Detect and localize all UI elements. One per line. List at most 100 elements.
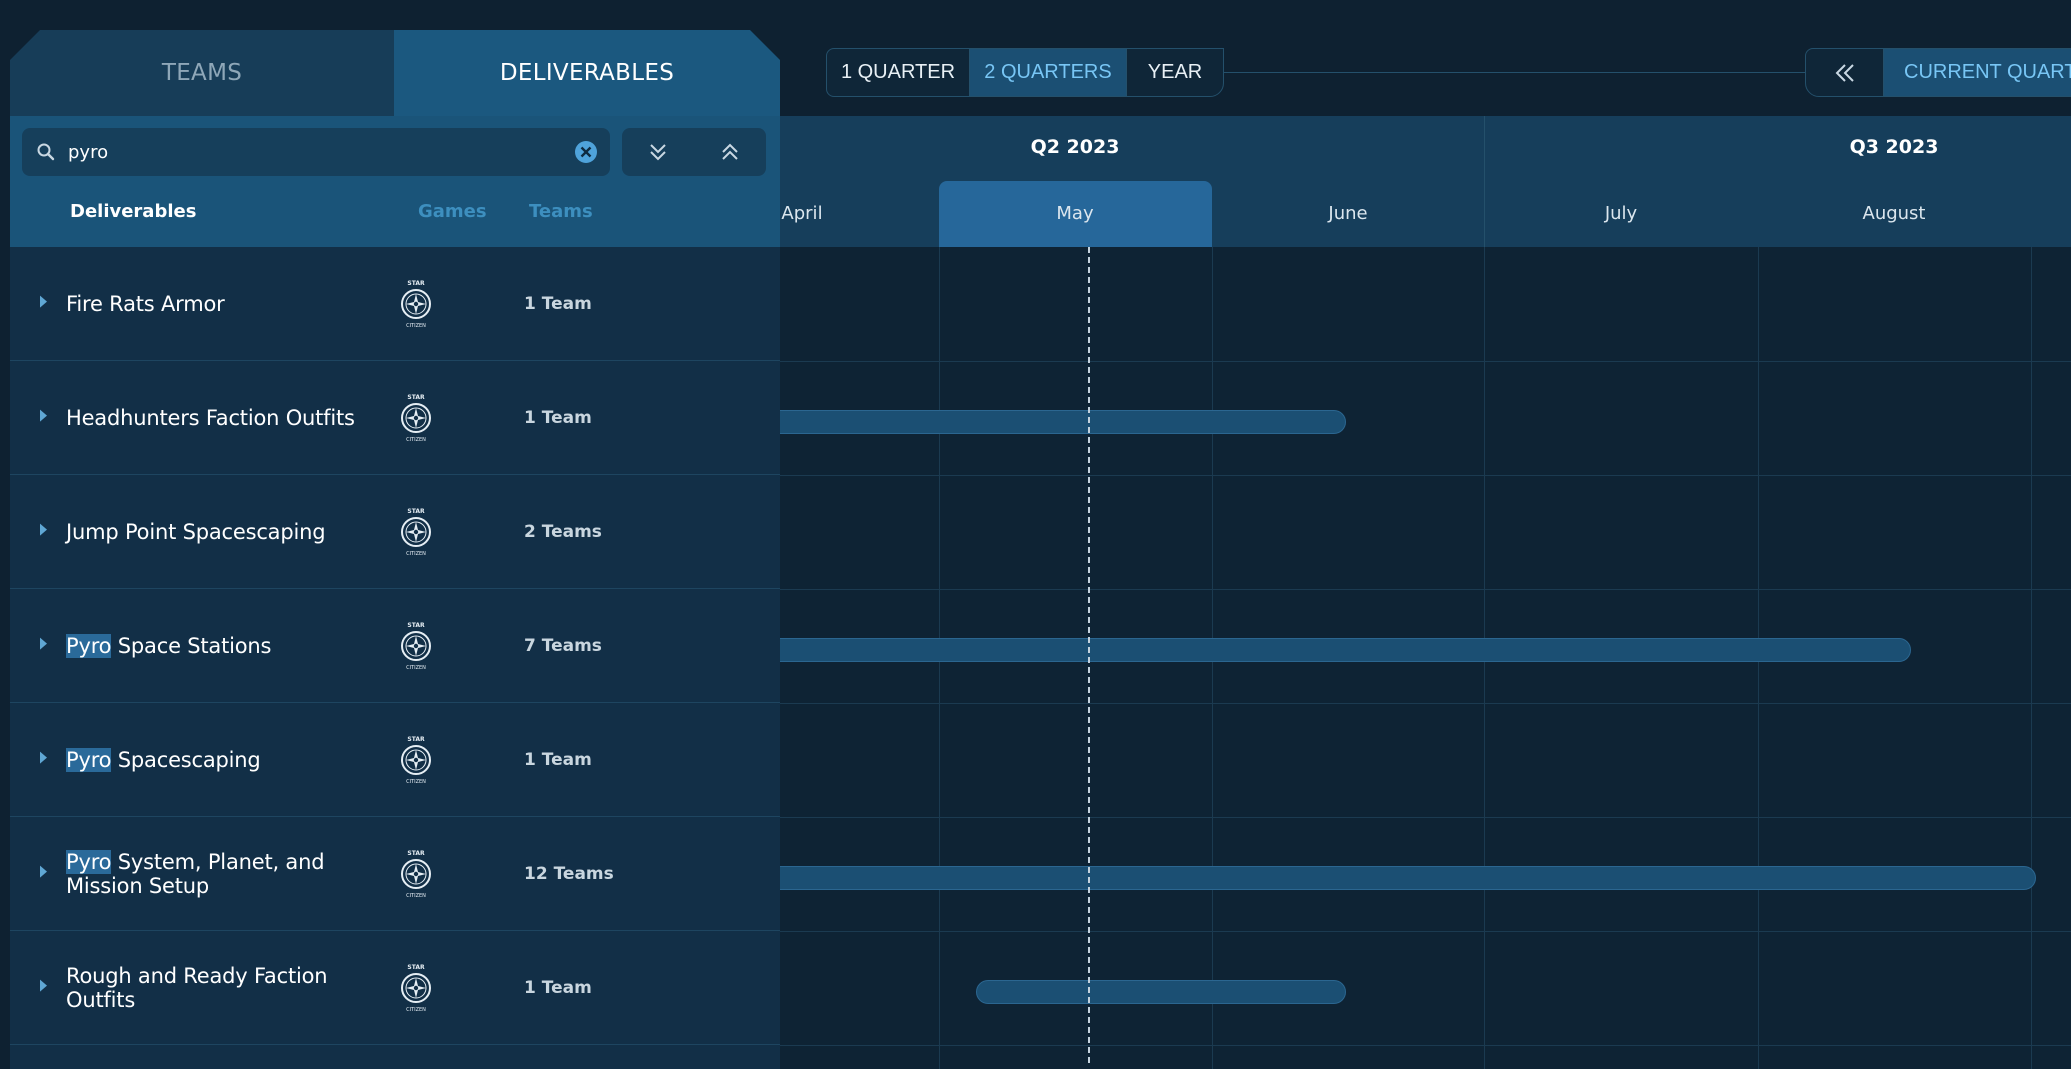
star-citizen-logo: STAR CITIZEN <box>401 736 431 785</box>
one-quarter-button[interactable]: 1 QUARTER <box>827 49 970 96</box>
month-label: April <box>781 203 823 224</box>
deliverable-row[interactable]: Pyro Spacescaping STAR CITIZEN 1 Team <box>10 703 780 817</box>
team-count: 12 Teams <box>524 863 614 884</box>
grid-line <box>770 703 2071 704</box>
expand-all-icon <box>650 144 666 161</box>
gantt-bar-pyro-system-setup[interactable] <box>760 866 2036 890</box>
year-button[interactable]: YEAR <box>1127 49 1223 96</box>
svg-text:CITIZEN: CITIZEN <box>406 779 426 785</box>
deliverables-panel: TEAMS DELIVERABLES pyro Deliverables Gam… <box>10 30 780 1069</box>
deliverable-row[interactable]: Pyro System, Planet, and Mission Setup S… <box>10 817 780 931</box>
tab-deliverables[interactable]: DELIVERABLES <box>394 30 780 116</box>
search-value: pyro <box>68 141 109 163</box>
team-count: 1 Team <box>524 977 592 998</box>
quarter-navigation: CURRENT QUARTER <box>1805 48 2071 97</box>
svg-text:STAR: STAR <box>407 622 425 629</box>
search-input[interactable]: pyro <box>22 128 610 176</box>
previous-button[interactable] <box>1806 49 1884 96</box>
quarter-divider <box>1484 116 1485 247</box>
team-count: 1 Team <box>524 749 592 770</box>
grid-line <box>2031 247 2032 1069</box>
caret-right-icon[interactable] <box>40 523 47 536</box>
deliverable-title: Headhunters Faction Outfits <box>66 406 386 430</box>
team-count: 1 Team <box>524 407 592 428</box>
team-count: 2 Teams <box>524 521 602 542</box>
svg-text:STAR: STAR <box>407 280 425 287</box>
tab-teams[interactable]: TEAMS <box>10 30 394 116</box>
month-label: August <box>1862 203 1926 224</box>
title-text: Space Stations <box>111 633 272 658</box>
gantt-bar-rough-and-ready[interactable] <box>976 980 1346 1004</box>
expand-all-button[interactable] <box>622 128 694 176</box>
expand-collapse-controls <box>622 128 766 176</box>
title-text: Spacescaping <box>111 747 261 772</box>
search-highlight: Pyro <box>66 747 112 772</box>
deliverable-title: Pyro Space Stations <box>66 633 386 658</box>
deliverable-title: Pyro Spacescaping <box>66 747 386 772</box>
svg-text:STAR: STAR <box>407 736 425 743</box>
caret-right-icon[interactable] <box>40 295 47 308</box>
caret-right-icon[interactable] <box>40 979 47 992</box>
title-text: Jump Point Spacescaping <box>66 519 326 544</box>
search-highlight: Pyro <box>66 849 112 874</box>
column-header-teams[interactable]: Teams <box>529 201 593 222</box>
search-icon <box>37 143 55 161</box>
month-label-current: May <box>1056 203 1094 224</box>
grid-line <box>770 1045 2071 1046</box>
title-text: Rough and Ready Faction Outfits <box>66 963 328 1012</box>
svg-text:STAR: STAR <box>407 508 425 515</box>
search-highlight: Pyro <box>66 633 112 658</box>
title-text: Fire Rats Armor <box>66 291 225 316</box>
grid-line <box>770 361 2071 362</box>
clear-icon[interactable] <box>574 140 598 164</box>
team-count: 1 Team <box>524 293 592 314</box>
toolbar-rule <box>1222 72 1806 73</box>
panel-toolbar: pyro Deliverables Games Teams <box>10 116 780 247</box>
caret-right-icon[interactable] <box>40 865 47 878</box>
grid-line <box>770 475 2071 476</box>
grid-line <box>770 817 2071 818</box>
deliverables-list: Fire Rats Armor STAR CITIZEN 1 Team Head… <box>10 247 780 1069</box>
gantt-bar-pyro-space-stations[interactable] <box>760 638 1911 662</box>
deliverable-row[interactable]: Headhunters Faction Outfits STAR CITIZEN… <box>10 361 780 475</box>
svg-text:CITIZEN: CITIZEN <box>406 551 426 557</box>
double-chevron-left-icon <box>1835 63 1854 82</box>
current-quarter-button[interactable]: CURRENT QUARTER <box>1884 49 2071 96</box>
column-header-deliverables[interactable]: Deliverables <box>70 201 196 222</box>
star-citizen-logo: STAR CITIZEN <box>401 622 431 671</box>
team-count: 7 Teams <box>524 635 602 656</box>
svg-text:CITIZEN: CITIZEN <box>406 323 426 329</box>
deliverable-row[interactable]: Fire Rats Armor STAR CITIZEN 1 Team <box>10 247 780 361</box>
svg-text:CITIZEN: CITIZEN <box>406 893 426 899</box>
star-citizen-logo: STAR CITIZEN <box>401 508 431 557</box>
star-citizen-logo: STAR CITIZEN <box>401 850 431 899</box>
caret-right-icon[interactable] <box>40 409 47 422</box>
deliverable-row[interactable]: Jump Point Spacescaping STAR CITIZEN 2 T… <box>10 475 780 589</box>
collapse-all-button[interactable] <box>694 128 766 176</box>
star-citizen-logo: STAR CITIZEN <box>401 964 431 1013</box>
svg-text:CITIZEN: CITIZEN <box>406 437 426 443</box>
deliverable-row[interactable]: Pyro Space Stations STAR CITIZEN 7 Teams <box>10 589 780 703</box>
star-citizen-logo: STAR CITIZEN <box>401 280 431 329</box>
month-label: July <box>1604 203 1638 224</box>
quarter-label: Q2 2023 <box>1030 136 1120 158</box>
deliverable-title: Fire Rats Armor <box>66 292 386 316</box>
two-quarters-button[interactable]: 2 QUARTERS <box>970 49 1127 96</box>
deliverable-title: Rough and Ready Faction Outfits <box>66 964 386 1012</box>
svg-text:STAR: STAR <box>407 964 425 971</box>
caret-right-icon[interactable] <box>40 637 47 650</box>
svg-text:CITIZEN: CITIZEN <box>406 1007 426 1013</box>
svg-text:STAR: STAR <box>407 850 425 857</box>
column-header-games[interactable]: Games <box>418 201 487 222</box>
quarter-label: Q3 2023 <box>1849 136 1939 158</box>
deliverable-row[interactable]: Rough and Ready Faction Outfits STAR CIT… <box>10 931 780 1045</box>
panel-tabs: TEAMS DELIVERABLES <box>10 30 780 116</box>
month-label: June <box>1328 203 1368 224</box>
grid-line <box>770 931 2071 932</box>
svg-text:CITIZEN: CITIZEN <box>406 665 426 671</box>
gantt-bar-headhunters[interactable] <box>760 410 1346 434</box>
deliverable-title: Jump Point Spacescaping <box>66 520 386 544</box>
star-citizen-logo: STAR CITIZEN <box>401 394 431 443</box>
grid-line <box>770 589 2071 590</box>
caret-right-icon[interactable] <box>40 751 47 764</box>
